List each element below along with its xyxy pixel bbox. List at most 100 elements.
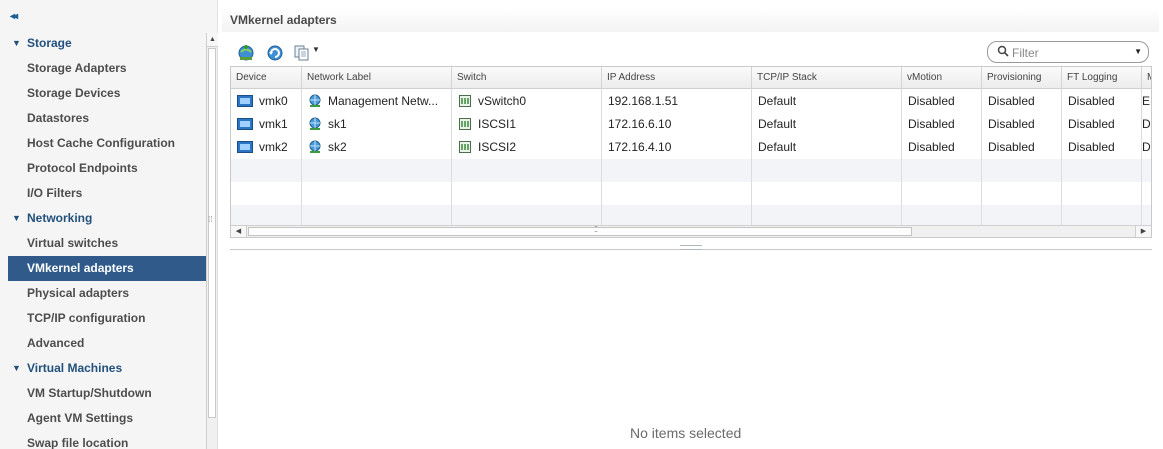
scrollbar-thumb[interactable] [208,48,216,418]
cell-ip-address: 172.16.4.10 [608,140,672,154]
table-row[interactable]: vmk0 Management Netw... vSwitch0 192.168… [231,90,1151,113]
column-header-ft-logging[interactable]: FT Logging [1062,67,1142,89]
title-bar: VMkernel adapters [222,8,1159,32]
switch-icon [459,140,471,153]
cell-ft-logging: Disabled [1068,140,1115,154]
section-label: Storage [27,36,72,50]
column-header-ip-address[interactable]: IP Address [602,67,752,89]
column-divider [451,89,452,225]
cell-device: vmk0 [231,90,302,113]
cell-vmotion: Disabled [908,140,955,154]
network-icon [309,117,321,130]
section-storage[interactable]: ▼ Storage [8,31,206,56]
cell-device: vmk1 [231,113,302,136]
filter-input[interactable] [1012,45,1127,60]
filter-box: ▼ [987,41,1149,63]
table-header: Device Network Label Switch IP Address T… [231,67,1151,89]
section-virtual-machines[interactable]: ▼ Virtual Machines [8,356,206,381]
network-icon [309,140,321,153]
column-divider [1061,89,1062,225]
section-label: Virtual Machines [27,361,123,375]
nav-item-storage-adapters[interactable]: Storage Adapters [8,56,206,81]
column-header-provisioning[interactable]: Provisioning [982,67,1062,89]
nav-item-storage-devices[interactable]: Storage Devices [8,81,206,106]
collapse-sidebar-icon[interactable]: ◂◂ [10,11,18,22]
vmkernel-nic-icon [237,94,253,107]
scroll-up-icon[interactable]: ▲ [207,33,218,47]
column-header-device[interactable]: Device [231,67,302,89]
scroll-right-icon[interactable]: ▶ [1135,226,1151,237]
splitter-grip-icon[interactable]: ⁞⁞ [208,215,212,224]
nav-item-vmkernel-adapters[interactable]: VMkernel adapters [8,256,206,281]
nav-item-swap-file-location[interactable]: Swap file location [8,431,206,449]
switch-name: ISCSI1 [478,117,517,131]
column-divider [981,89,982,225]
column-header-switch[interactable]: Switch [452,67,602,89]
sidebar-scrollbar[interactable]: ▲ [206,33,218,449]
nav-item-virtual-switches[interactable]: Virtual switches [8,231,206,256]
cell-network-label: Management Netw... [302,90,452,113]
scroll-left-icon[interactable]: ◀ [231,226,247,237]
switch-icon [459,94,471,107]
cell-m: D [1142,117,1151,131]
device-name: vmk2 [259,140,288,154]
chevron-down-icon[interactable]: ▼ [312,45,320,54]
table-row[interactable]: vmk1 sk1 ISCSI1 172.16.6.10 Default Disa… [231,113,1151,136]
copy-settings-button[interactable] [292,43,312,63]
column-header-m[interactable]: M [1142,67,1151,89]
column-header-network-label[interactable]: Network Label [302,67,452,89]
nav-item-io-filters[interactable]: I/O Filters [8,181,206,206]
cell-switch: ISCSI1 [452,113,602,136]
nav-item-host-cache-configuration[interactable]: Host Cache Configuration [8,131,206,156]
cell-tcpip-stack: Default [758,140,797,154]
switch-name: vSwitch0 [478,94,527,108]
filter-dropdown-icon[interactable]: ▼ [1134,47,1142,56]
nav-item-agent-vm-settings[interactable]: Agent VM Settings [8,406,206,431]
network-label-text: sk1 [328,117,347,131]
cell-switch: vSwitch0 [452,90,602,113]
table-row[interactable]: vmk2 sk2 ISCSI2 172.16.4.10 Default Disa… [231,136,1151,159]
column-header-tcpip-stack[interactable]: TCP/IP Stack [752,67,902,89]
caret-down-icon: ▼ [12,363,21,373]
page-title: VMkernel adapters [230,13,337,27]
section-networking[interactable]: ▼ Networking [8,206,206,231]
cell-network-label: sk1 [302,113,452,136]
cell-m: E [1142,94,1151,108]
network-label-text: sk2 [328,140,347,154]
table-horizontal-scrollbar[interactable]: ◀ ⁚⁚ ▶ [231,225,1151,237]
scrollbar-thumb[interactable]: ⁚⁚ [248,225,912,236]
cell-ip-address: 192.168.1.51 [608,94,679,108]
no-selection-message: No items selected [630,425,742,441]
refresh-icon [267,45,283,61]
caret-down-icon: ▼ [12,38,21,48]
nav-list: ▼ Storage Storage Adapters Storage Device… [8,31,206,449]
search-icon [997,45,1009,57]
cell-provisioning: Disabled [988,94,1035,108]
copy-settings-icon [294,45,309,61]
cell-vmotion: Disabled [908,117,955,131]
cell-device: vmk2 [231,136,302,159]
resize-handle-icon[interactable] [680,245,702,250]
cell-ip-address: 172.16.6.10 [608,117,672,131]
column-divider [1141,89,1142,225]
cell-provisioning: Disabled [988,117,1035,131]
network-label-text: Management Netw... [328,94,439,108]
cell-tcpip-stack: Default [758,117,797,131]
nav-item-advanced[interactable]: Advanced [8,331,206,356]
cell-provisioning: Disabled [988,140,1035,154]
nav-item-datastores[interactable]: Datastores [8,106,206,131]
refresh-button[interactable] [265,43,285,63]
column-header-vmotion[interactable]: vMotion [902,67,982,89]
column-divider [751,89,752,225]
switch-icon [459,117,471,130]
network-icon [309,94,321,107]
vmkernel-adapters-table: Device Network Label Switch IP Address T… [230,66,1152,238]
column-divider [901,89,902,225]
nav-item-vm-startup-shutdown[interactable]: VM Startup/Shutdown [8,381,206,406]
nav-item-protocol-endpoints[interactable]: Protocol Endpoints [8,156,206,181]
cell-ft-logging: Disabled [1068,117,1115,131]
nav-item-physical-adapters[interactable]: Physical adapters [8,281,206,306]
add-networking-button[interactable] [236,43,256,63]
add-networking-icon [238,45,254,61]
nav-item-tcpip-configuration[interactable]: TCP/IP configuration [8,306,206,331]
